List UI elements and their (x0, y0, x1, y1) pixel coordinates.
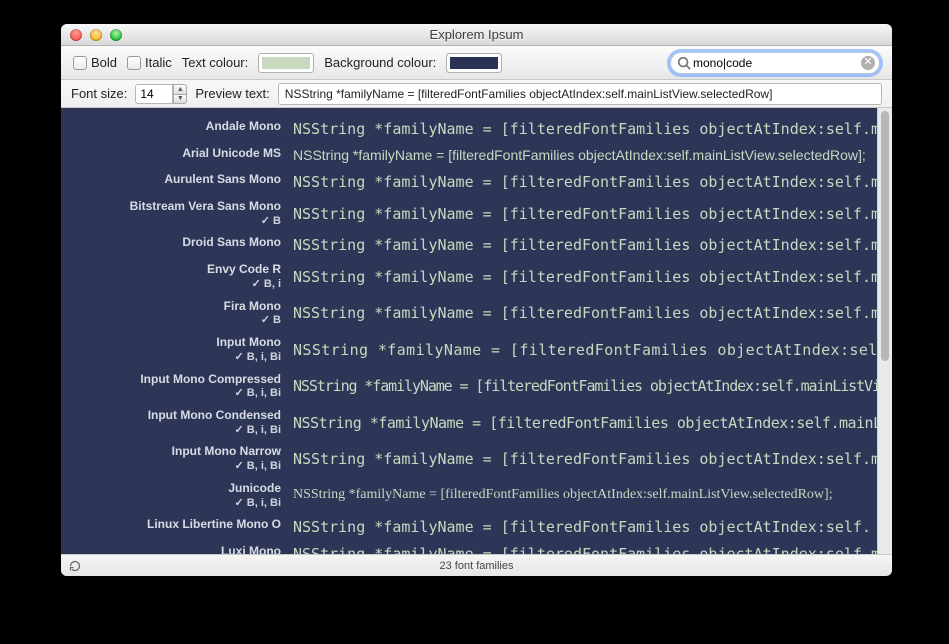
list-item[interactable]: Junicode✓ B, i, Bi NSString *familyName … (61, 477, 877, 513)
bg-color-label: Background colour: (324, 55, 436, 70)
bold-checkbox[interactable] (73, 56, 87, 70)
font-preview: NSString *familyName = [filteredFontFami… (293, 268, 877, 286)
list-item[interactable]: Andale Mono NSString *familyName = [filt… (61, 108, 877, 142)
toolbar-bottom: Font size: ▲ ▼ Preview text: (61, 80, 892, 108)
font-name: Aurulent Sans Mono (164, 173, 281, 187)
font-preview: NSString *familyName = [filteredFontFami… (293, 377, 877, 395)
font-name: Linux Libertine Mono O (147, 518, 281, 532)
font-name: Input Mono Narrow (172, 445, 281, 459)
font-preview: NSString *familyName = [filteredFontFami… (293, 205, 877, 223)
italic-checkbox[interactable] (127, 56, 141, 70)
font-styles: ✓ B, i, Bi (235, 424, 282, 437)
list-item[interactable]: Bitstream Vera Sans Mono✓ B NSString *fa… (61, 195, 877, 231)
font-styles: ✓ B, i, Bi (235, 460, 282, 473)
window-title: Explorem Ipsum (61, 27, 892, 42)
preview-text-label: Preview text: (195, 86, 269, 101)
font-preview: NSString *familyName = [filteredFontFami… (293, 147, 877, 164)
list-item[interactable]: Luxi Mono NSString *familyName = [filter… (61, 540, 877, 554)
list-item[interactable]: Linux Libertine Mono O NSString *familyN… (61, 513, 877, 540)
font-size-input[interactable] (135, 84, 173, 104)
font-name: Droid Sans Mono (182, 236, 281, 250)
statusbar: 23 font families (61, 554, 892, 576)
font-name: Bitstream Vera Sans Mono (130, 200, 281, 214)
search-input[interactable] (670, 52, 880, 74)
font-preview: NSString *familyName = [filteredFontFami… (293, 487, 877, 504)
font-list[interactable]: Andale Mono NSString *familyName = [filt… (61, 108, 877, 554)
font-styles: ✓ B, i, Bi (235, 497, 282, 510)
font-size-stepper: ▲ ▼ (135, 84, 187, 104)
minimize-button[interactable] (90, 29, 102, 41)
refresh-icon[interactable] (68, 559, 82, 573)
list-item[interactable]: Input Mono Narrow✓ B, i, Bi NSString *fa… (61, 440, 877, 476)
font-preview: NSString *familyName = [filteredFontFami… (293, 450, 877, 468)
list-item[interactable]: Aurulent Sans Mono NSString *familyName … (61, 168, 877, 195)
list-item[interactable]: Fira Mono✓ B NSString *familyName = [fil… (61, 295, 877, 331)
font-preview: NSString *familyName = [filteredFontFami… (293, 236, 877, 254)
italic-label: Italic (145, 55, 172, 70)
list-item[interactable]: Envy Code R✓ B, i NSString *familyName =… (61, 258, 877, 294)
font-styles: ✓ B, i (252, 278, 281, 291)
scrollbar[interactable] (877, 108, 892, 554)
font-name: Fira Mono (224, 300, 281, 314)
zoom-button[interactable] (110, 29, 122, 41)
font-styles: ✓ B (261, 215, 281, 228)
clear-search-icon[interactable]: ✕ (861, 56, 875, 70)
preview-text-input[interactable] (278, 83, 882, 105)
bg-color-swatch[interactable] (446, 53, 502, 73)
font-name: Luxi Mono (221, 545, 281, 554)
font-styles: ✓ B, i, Bi (235, 351, 282, 364)
list-item[interactable]: Input Mono Compressed✓ B, i, Bi NSString… (61, 368, 877, 404)
text-color-swatch[interactable] (258, 53, 314, 73)
close-button[interactable] (70, 29, 82, 41)
list-item[interactable]: Input Mono✓ B, i, Bi NSString *familyNam… (61, 331, 877, 367)
status-text: 23 font families (440, 560, 514, 572)
font-preview: NSString *familyName = [filteredFontFami… (293, 173, 877, 191)
font-preview: NSString *familyName = [filteredFontFami… (293, 518, 877, 536)
font-name: Input Mono Compressed (140, 373, 281, 387)
font-preview: NSString *familyName = [filteredFontFami… (293, 120, 877, 138)
app-window: Explorem Ipsum Bold Italic Text colour: … (61, 24, 892, 576)
toolbar-top: Bold Italic Text colour: Background colo… (61, 46, 892, 80)
font-preview: NSString *familyName = [filteredFontFami… (293, 414, 877, 432)
font-name: Junicode (228, 482, 281, 496)
search-icon (677, 56, 691, 70)
font-preview: NSString *familyName = [filteredFontFami… (293, 545, 877, 554)
list-item[interactable]: Input Mono Condensed✓ B, i, Bi NSString … (61, 404, 877, 440)
font-preview: NSString *familyName = [filteredFontFami… (293, 341, 877, 359)
italic-checkbox-wrap[interactable]: Italic (127, 55, 172, 70)
list-item[interactable]: Droid Sans Mono NSString *familyName = [… (61, 231, 877, 258)
font-size-label: Font size: (71, 86, 127, 101)
font-name: Input Mono Condensed (148, 409, 281, 423)
bold-checkbox-wrap[interactable]: Bold (73, 55, 117, 70)
font-name: Arial Unicode MS (182, 147, 281, 161)
font-name: Andale Mono (206, 120, 281, 134)
font-preview: NSString *familyName = [filteredFontFami… (293, 304, 877, 322)
font-size-up[interactable]: ▲ (173, 84, 187, 94)
font-name: Envy Code R (207, 263, 281, 277)
bold-label: Bold (91, 55, 117, 70)
font-styles: ✓ B, i, Bi (235, 387, 282, 400)
font-name: Input Mono (216, 336, 281, 350)
font-list-wrap: Andale Mono NSString *familyName = [filt… (61, 108, 892, 554)
scrollbar-thumb[interactable] (881, 111, 889, 361)
search-field-wrap: ✕ (670, 52, 880, 74)
text-color-label: Text colour: (182, 55, 248, 70)
titlebar[interactable]: Explorem Ipsum (61, 24, 892, 46)
font-styles: ✓ B (261, 314, 281, 327)
font-size-down[interactable]: ▼ (173, 94, 187, 104)
list-item[interactable]: Arial Unicode MS NSString *familyName = … (61, 142, 877, 168)
